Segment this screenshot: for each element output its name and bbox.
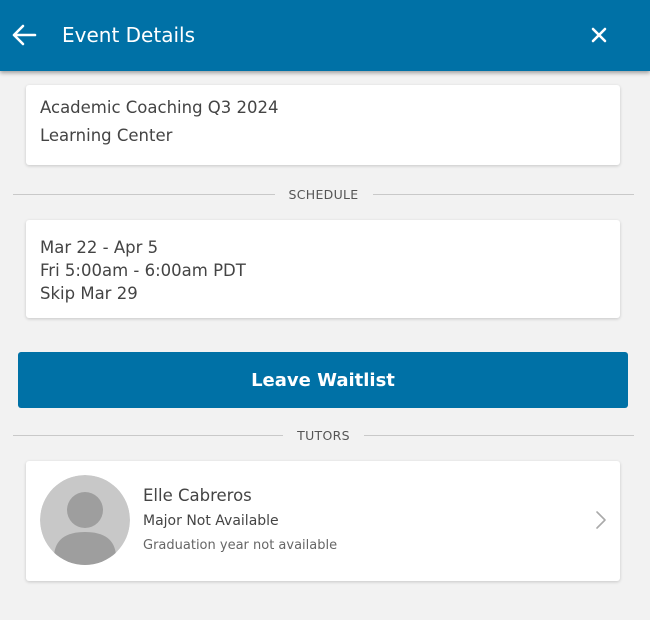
divider-line xyxy=(363,434,634,436)
divider-line xyxy=(13,434,284,436)
tutor-graduation-year: Graduation year not available xyxy=(143,538,338,553)
tutors-section-divider: TUTORS xyxy=(13,425,634,445)
person-placeholder-icon xyxy=(40,475,130,565)
divider-line xyxy=(13,193,275,195)
close-icon xyxy=(591,27,607,43)
tutor-name: Elle Cabreros xyxy=(143,486,252,505)
close-button[interactable] xyxy=(584,18,614,52)
schedule-time: Fri 5:00am - 6:00am PDT xyxy=(40,261,246,280)
tutor-major: Major Not Available xyxy=(143,513,279,529)
chevron-right-icon xyxy=(592,509,610,531)
divider-line xyxy=(372,193,634,195)
schedule-skip-date: Skip Mar 29 xyxy=(40,284,138,303)
tutor-list-item[interactable]: Elle Cabreros Major Not Available Gradua… xyxy=(26,461,620,581)
event-location: Learning Center xyxy=(40,126,173,145)
avatar xyxy=(40,475,130,565)
event-name: Academic Coaching Q3 2024 xyxy=(40,98,279,117)
tutors-section-label: TUTORS xyxy=(297,427,350,443)
app-header: Event Details xyxy=(0,0,650,71)
leave-waitlist-button[interactable]: Leave Waitlist xyxy=(18,352,628,408)
schedule-card: Mar 22 - Apr 5 Fri 5:00am - 6:00am PDT S… xyxy=(26,220,620,318)
page-title: Event Details xyxy=(62,23,195,47)
schedule-date-range: Mar 22 - Apr 5 xyxy=(40,238,159,257)
schedule-section-divider: SCHEDULE xyxy=(13,184,634,204)
schedule-section-label: SCHEDULE xyxy=(288,186,359,202)
arrow-left-icon xyxy=(12,24,37,46)
back-button[interactable] xyxy=(8,18,40,52)
event-info-card: Academic Coaching Q3 2024 Learning Cente… xyxy=(26,85,620,165)
